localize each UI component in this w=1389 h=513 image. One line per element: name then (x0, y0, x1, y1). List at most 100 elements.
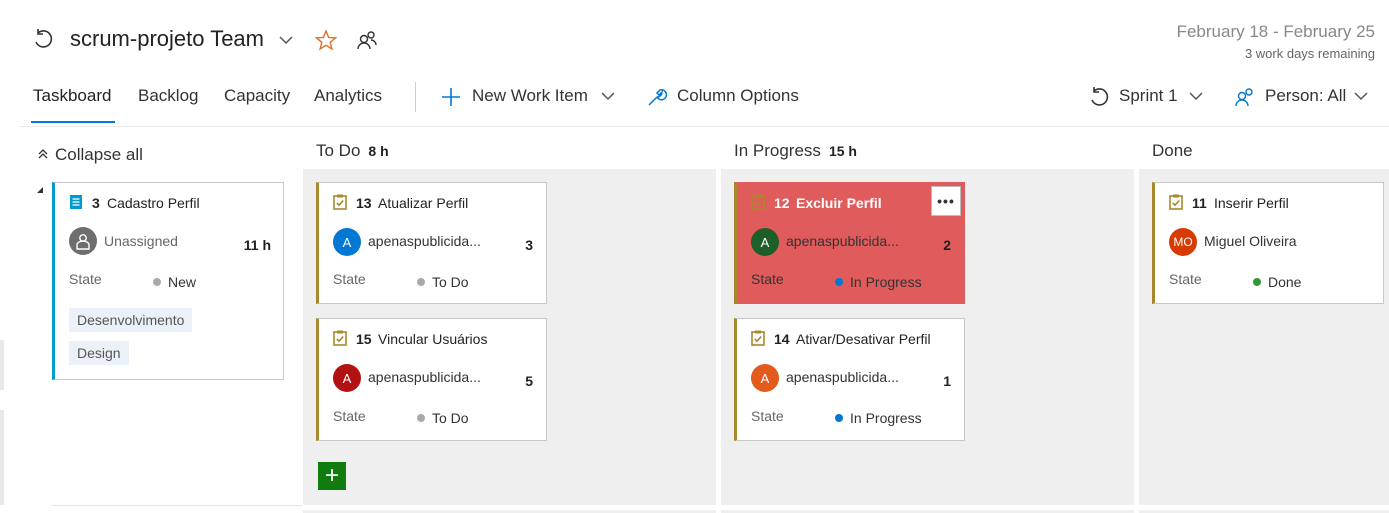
story-state[interactable]: New (153, 274, 196, 290)
task-title[interactable]: Ativar/Desativar Perfil (796, 331, 931, 347)
tab-backlog[interactable]: Backlog (138, 86, 198, 106)
left-gutter (0, 340, 4, 390)
column-name: To Do (316, 141, 361, 160)
column-hours: 15 h (828, 143, 857, 159)
task-title[interactable]: Vincular Usuários (378, 331, 487, 347)
sprint-icon (35, 29, 53, 48)
task-title[interactable]: Atualizar Perfil (378, 195, 468, 211)
task-state-label: State (333, 408, 366, 424)
story-tag-desenvolvimento[interactable]: Desenvolvimento (69, 308, 193, 332)
assignee-avatar: MO (1169, 228, 1197, 256)
task-remaining-hours[interactable]: 2 (917, 237, 951, 253)
task-state[interactable]: In Progress (835, 410, 922, 426)
task-state-value: In Progress (850, 410, 922, 426)
task-state-label: State (1169, 271, 1202, 287)
collapse-all-icon[interactable] (37, 148, 49, 160)
task-state[interactable]: In Progress (835, 274, 922, 290)
person-filter-icon (1235, 88, 1253, 107)
column-name: Done (1152, 141, 1193, 160)
task-card-12[interactable]: 12 Excluir Perfil ••• A apenaspublicida.… (734, 182, 965, 304)
tab-taskboard[interactable]: Taskboard (33, 86, 111, 106)
task-id: 12 (774, 195, 790, 211)
collapse-all-button[interactable]: Collapse all (55, 145, 143, 165)
task-id: 13 (356, 195, 372, 211)
story-title[interactable]: Cadastro Perfil (107, 195, 200, 211)
assignee-avatar: A (751, 364, 779, 392)
task-id: 11 (1192, 195, 1207, 211)
task-icon (751, 194, 765, 210)
team-members-icon[interactable] (356, 29, 378, 51)
story-id: 3 (92, 195, 100, 211)
task-state-label: State (333, 271, 366, 287)
state-in-progress-dot (835, 278, 843, 286)
column-name: In Progress (734, 141, 821, 160)
task-state-value: Done (1268, 274, 1302, 290)
task-state-label: State (751, 408, 784, 424)
assignee-avatar: A (333, 228, 361, 256)
story-card[interactable]: 3 Cadastro Perfil Unassigned 11 h State … (52, 182, 284, 380)
task-assignee[interactable]: apenaspublicida... (786, 369, 899, 385)
task-remaining-hours[interactable]: 3 (499, 237, 533, 253)
add-task-button[interactable]: + (318, 462, 346, 490)
task-assignee[interactable]: apenaspublicida... (786, 233, 899, 249)
row-expand-icon[interactable] (35, 185, 45, 195)
row-divider (52, 505, 302, 506)
task-title[interactable]: Inserir Perfil (1214, 195, 1289, 211)
task-state-value: To Do (432, 274, 469, 290)
tab-analytics[interactable]: Analytics (314, 86, 382, 106)
sprint-date-range: February 18 - February 25 (1176, 22, 1375, 41)
left-gutter (0, 410, 4, 505)
state-in-progress-dot (835, 414, 843, 422)
new-work-item-button[interactable]: New Work Item (472, 86, 588, 106)
column-options-button[interactable]: Column Options (677, 86, 799, 106)
task-card-15[interactable]: 15 Vincular Usuários A apenaspublicida..… (316, 318, 547, 441)
unassigned-avatar-icon (69, 227, 97, 255)
story-assignee[interactable]: Unassigned (104, 233, 178, 249)
task-remaining-hours[interactable]: 5 (499, 373, 533, 389)
task-state[interactable]: To Do (417, 274, 469, 290)
task-state[interactable]: Done (1253, 274, 1301, 290)
column-header-todo: To Do 8 h (316, 141, 389, 161)
sprint-selector[interactable]: Sprint 1 (1119, 86, 1178, 106)
person-filter[interactable]: Person: All (1265, 86, 1346, 106)
header-divider (20, 126, 1389, 127)
active-tab-indicator (31, 121, 115, 123)
new-work-item-chevron-down-icon[interactable] (600, 90, 616, 102)
task-state-label: State (751, 271, 784, 287)
story-icon (70, 195, 82, 209)
assignee-avatar: A (751, 228, 779, 256)
task-title[interactable]: Excluir Perfil (796, 195, 882, 211)
column-header-done: Done (1152, 141, 1193, 161)
state-todo-dot (417, 414, 425, 422)
more-options-button[interactable]: ••• (931, 186, 961, 216)
sprint-chevron-down-icon[interactable] (1188, 90, 1204, 102)
team-chevron-down-icon[interactable] (278, 34, 294, 46)
story-state-value: New (168, 274, 197, 290)
task-remaining-hours[interactable]: 1 (917, 373, 951, 389)
task-card-11[interactable]: 11 Inserir Perfil MO Miguel Oliveira Sta… (1152, 182, 1384, 304)
state-done-dot (1253, 278, 1261, 286)
task-card-14[interactable]: 14 Ativar/Desativar Perfil A apenaspubli… (734, 318, 965, 441)
task-icon (1169, 194, 1183, 210)
task-assignee[interactable]: Miguel Oliveira (1204, 233, 1297, 249)
tab-capacity[interactable]: Capacity (224, 86, 290, 106)
state-new-dot (153, 278, 161, 286)
task-icon (333, 194, 347, 210)
sprint-selector-icon (1091, 87, 1109, 106)
task-icon (751, 330, 765, 346)
person-chevron-down-icon[interactable] (1353, 90, 1369, 102)
story-remaining-hours[interactable]: 11 h (225, 237, 271, 253)
wrench-icon[interactable] (646, 86, 668, 108)
plus-icon[interactable] (440, 86, 462, 108)
favorite-star-icon[interactable] (315, 29, 337, 51)
task-state-value: In Progress (850, 274, 922, 290)
task-state[interactable]: To Do (417, 410, 469, 426)
task-assignee[interactable]: apenaspublicida... (368, 233, 481, 249)
task-card-13[interactable]: 13 Atualizar Perfil A apenaspublicida...… (316, 182, 547, 304)
team-title[interactable]: scrum-projeto Team (70, 26, 264, 52)
task-assignee[interactable]: apenaspublicida... (368, 369, 481, 385)
task-state-value: To Do (432, 410, 469, 426)
task-icon (333, 330, 347, 346)
task-id: 14 (774, 331, 790, 347)
story-tag-design[interactable]: Design (69, 341, 129, 365)
